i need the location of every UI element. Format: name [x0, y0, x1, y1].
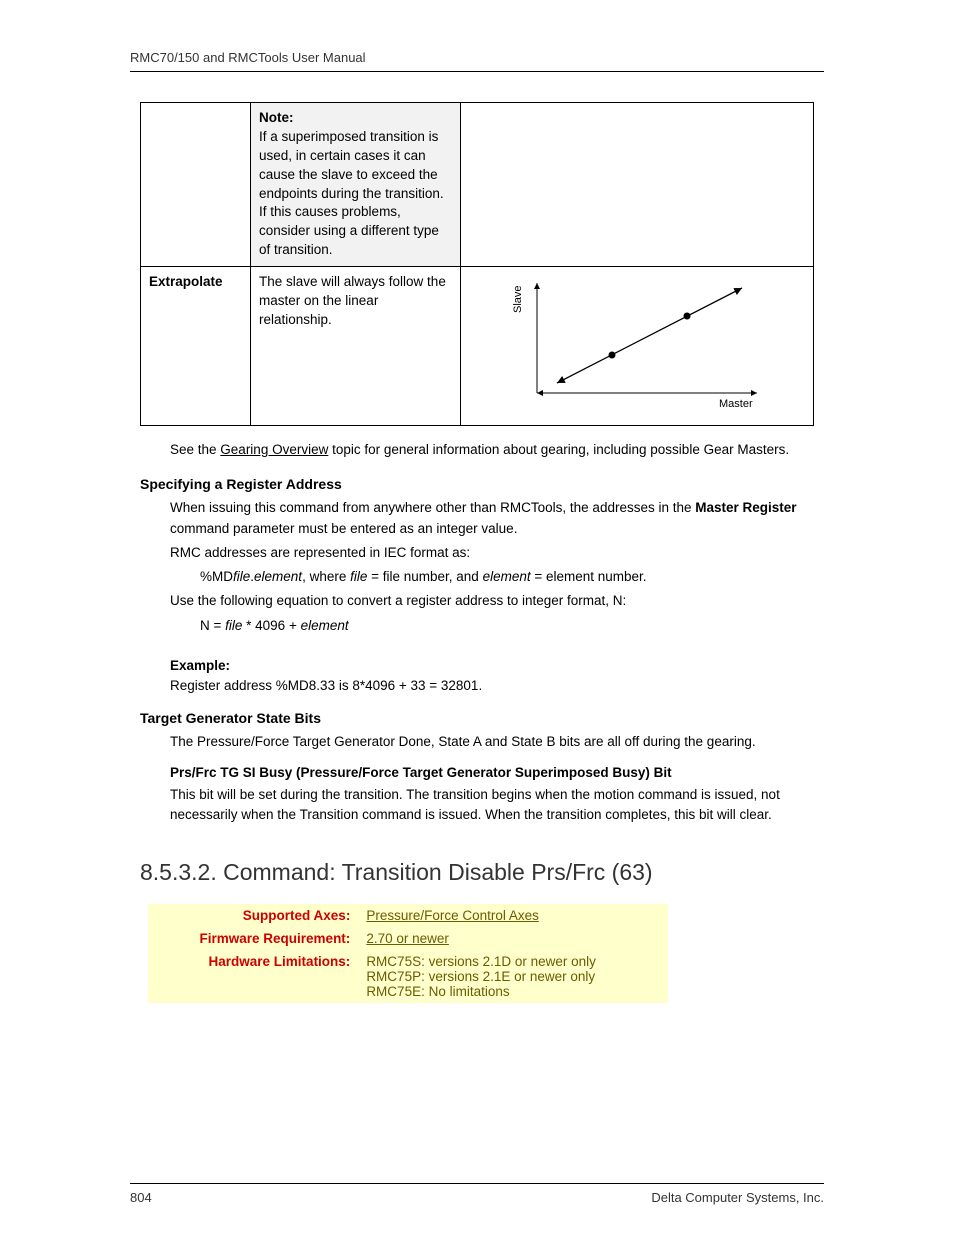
paragraph: This bit will be set during the transiti…	[170, 785, 814, 826]
paragraph: The Pressure/Force Target Generator Done…	[170, 732, 814, 752]
info-table: Supported Axes: Pressure/Force Control A…	[148, 904, 668, 1003]
page-footer: 804 Delta Computer Systems, Inc.	[130, 1183, 824, 1205]
paragraph: Use the following equation to convert a …	[170, 591, 814, 611]
axes-link[interactable]: Pressure/Force Control Axes	[366, 908, 539, 923]
text: See the	[170, 442, 220, 457]
section-title: 8.5.3.2. Command: Transition Disable Prs…	[140, 859, 814, 886]
option-table: Note: If a superimposed transition is us…	[140, 102, 814, 426]
table-row: Firmware Requirement: 2.70 or newer	[148, 927, 668, 950]
gearing-overview-link[interactable]: Gearing Overview	[220, 442, 328, 457]
example-heading: Example:	[170, 658, 230, 673]
table-row: Hardware Limitations: RMC75S: versions 2…	[148, 950, 668, 1003]
info-value: Pressure/Force Control Axes	[358, 904, 668, 927]
table-row: Extrapolate The slave will always follow…	[141, 267, 814, 426]
info-label: Hardware Limitations:	[148, 950, 358, 1003]
paragraph-format: %MDfile.element, where file = file numbe…	[200, 567, 814, 587]
info-value: RMC75S: versions 2.1D or newer only RMC7…	[358, 950, 668, 1003]
info-label: Firmware Requirement:	[148, 927, 358, 950]
example-block: Example: Register address %MD8.33 is 8*4…	[170, 656, 814, 697]
extrapolate-graph: Slave Master	[469, 273, 805, 413]
option-label: Extrapolate	[149, 274, 223, 289]
table-row: Note: If a superimposed transition is us…	[141, 103, 814, 267]
cell-desc: The slave will always follow the master …	[251, 267, 461, 426]
info-value: 2.70 or newer	[358, 927, 668, 950]
heading-target-generator: Target Generator State Bits	[140, 710, 814, 726]
info-line: RMC75P: versions 2.1E or newer only	[366, 969, 660, 984]
text: topic for general information about gear…	[328, 442, 789, 457]
subheading: Prs/Frc TG SI Busy (Pressure/Force Targe…	[170, 765, 672, 780]
info-line: RMC75S: versions 2.1D or newer only	[366, 954, 660, 969]
text: = file number, and	[367, 569, 482, 584]
note-label: Note:	[259, 110, 294, 125]
text-italic: file	[225, 618, 242, 633]
text-italic: file	[350, 569, 367, 584]
firmware-link[interactable]: 2.70 or newer	[366, 931, 449, 946]
text: * 4096 +	[242, 618, 300, 633]
text: N =	[200, 618, 225, 633]
page-content: Note: If a superimposed transition is us…	[140, 102, 814, 1183]
text-italic: element	[254, 569, 302, 584]
paragraph: See the Gearing Overview topic for gener…	[170, 440, 814, 460]
paragraph: RMC addresses are represented in IEC for…	[170, 543, 814, 563]
page-header: RMC70/150 and RMCTools User Manual	[130, 50, 824, 72]
page: RMC70/150 and RMCTools User Manual Note:…	[0, 0, 954, 1235]
example-text: Register address %MD8.33 is 8*4096 + 33 …	[170, 678, 482, 693]
page-number: 804	[130, 1190, 152, 1205]
cell-empty	[461, 103, 814, 267]
paragraph: Prs/Frc TG SI Busy (Pressure/Force Targe…	[170, 763, 814, 783]
company-name: Delta Computer Systems, Inc.	[651, 1190, 824, 1205]
cell-note: Note: If a superimposed transition is us…	[251, 103, 461, 267]
graph-xlabel: Master	[719, 398, 753, 410]
text-italic: element	[301, 618, 349, 633]
text: When issuing this command from anywhere …	[170, 500, 695, 515]
paragraph: When issuing this command from anywhere …	[170, 498, 814, 539]
text: , where	[302, 569, 350, 584]
text-italic: element	[483, 569, 531, 584]
info-label: Supported Axes:	[148, 904, 358, 927]
graph-ylabel: Slave	[512, 286, 524, 314]
note-text: If a superimposed transition is used, in…	[259, 129, 444, 257]
paragraph-equation: N = file * 4096 + element	[200, 616, 814, 636]
cell-empty	[141, 103, 251, 267]
info-line: RMC75E: No limitations	[366, 984, 660, 999]
text: = element number.	[531, 569, 647, 584]
text-italic: file	[233, 569, 250, 584]
cell-graph: Slave Master	[461, 267, 814, 426]
table-row: Supported Axes: Pressure/Force Control A…	[148, 904, 668, 927]
text-bold: Master Register	[695, 500, 796, 515]
text: %MD	[200, 569, 233, 584]
text: command parameter must be entered as an …	[170, 521, 517, 536]
heading-register-address: Specifying a Register Address	[140, 476, 814, 492]
cell-label: Extrapolate	[141, 267, 251, 426]
